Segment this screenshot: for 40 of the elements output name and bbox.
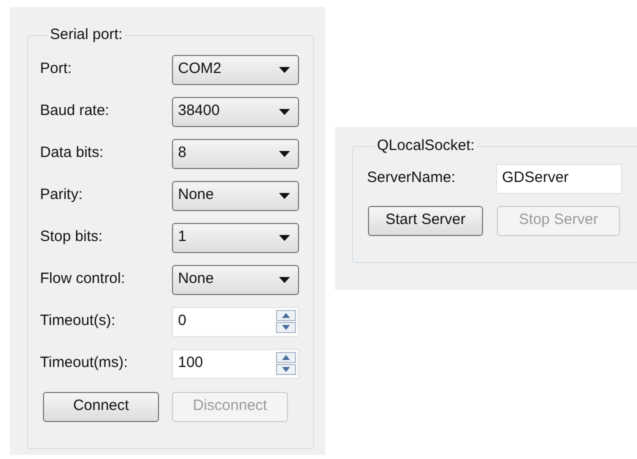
field-label: ServerName: [367,168,456,188]
push-button[interactable]: Start Server [368,206,483,236]
combo-box[interactable]: 1 [172,222,299,252]
spin-value: 100 [178,353,204,374]
caret-icon [279,192,290,198]
field-label: Timeout(ms): [40,353,129,374]
field-label: Parity: [40,185,84,206]
field-label: Port: [40,59,73,80]
field-label: Stop bits: [40,227,104,248]
spin-down-icon[interactable] [276,364,296,375]
spin-up-icon[interactable] [276,310,296,321]
push-button[interactable]: Connect [43,392,159,422]
spin-box[interactable]: 100 [172,348,299,378]
combo-value: None [178,269,214,290]
combo-value: None [178,185,214,206]
combo-box[interactable]: 8 [172,138,299,168]
server-name-field[interactable]: GDServer [496,164,622,194]
combo-value: 8 [178,143,186,164]
spin-box[interactable]: 0 [172,306,299,336]
field-label: Data bits: [40,143,104,164]
combo-value: 1 [178,227,186,248]
combo-value: COM2 [178,59,222,80]
spin-up-icon[interactable] [276,352,296,363]
spin-down-icon[interactable] [276,322,296,333]
field-label: Timeout(s): [40,311,116,332]
caret-icon [279,234,290,240]
group-title: QLocalSocket: [376,136,476,156]
field-label: Flow control: [40,269,126,290]
caret-icon [279,150,290,156]
spin-value: 0 [178,311,186,332]
combo-box[interactable]: COM2 [172,54,299,84]
field-label: Baud rate: [40,101,110,122]
caret-icon [279,108,290,114]
combo-value: 38400 [178,101,220,122]
combo-box[interactable]: None [172,264,299,294]
caret-icon [279,276,290,282]
combo-box[interactable]: None [172,180,299,210]
combo-box[interactable]: 38400 [172,96,299,126]
group-title: Serial port: [49,25,124,45]
caret-icon [279,66,290,72]
